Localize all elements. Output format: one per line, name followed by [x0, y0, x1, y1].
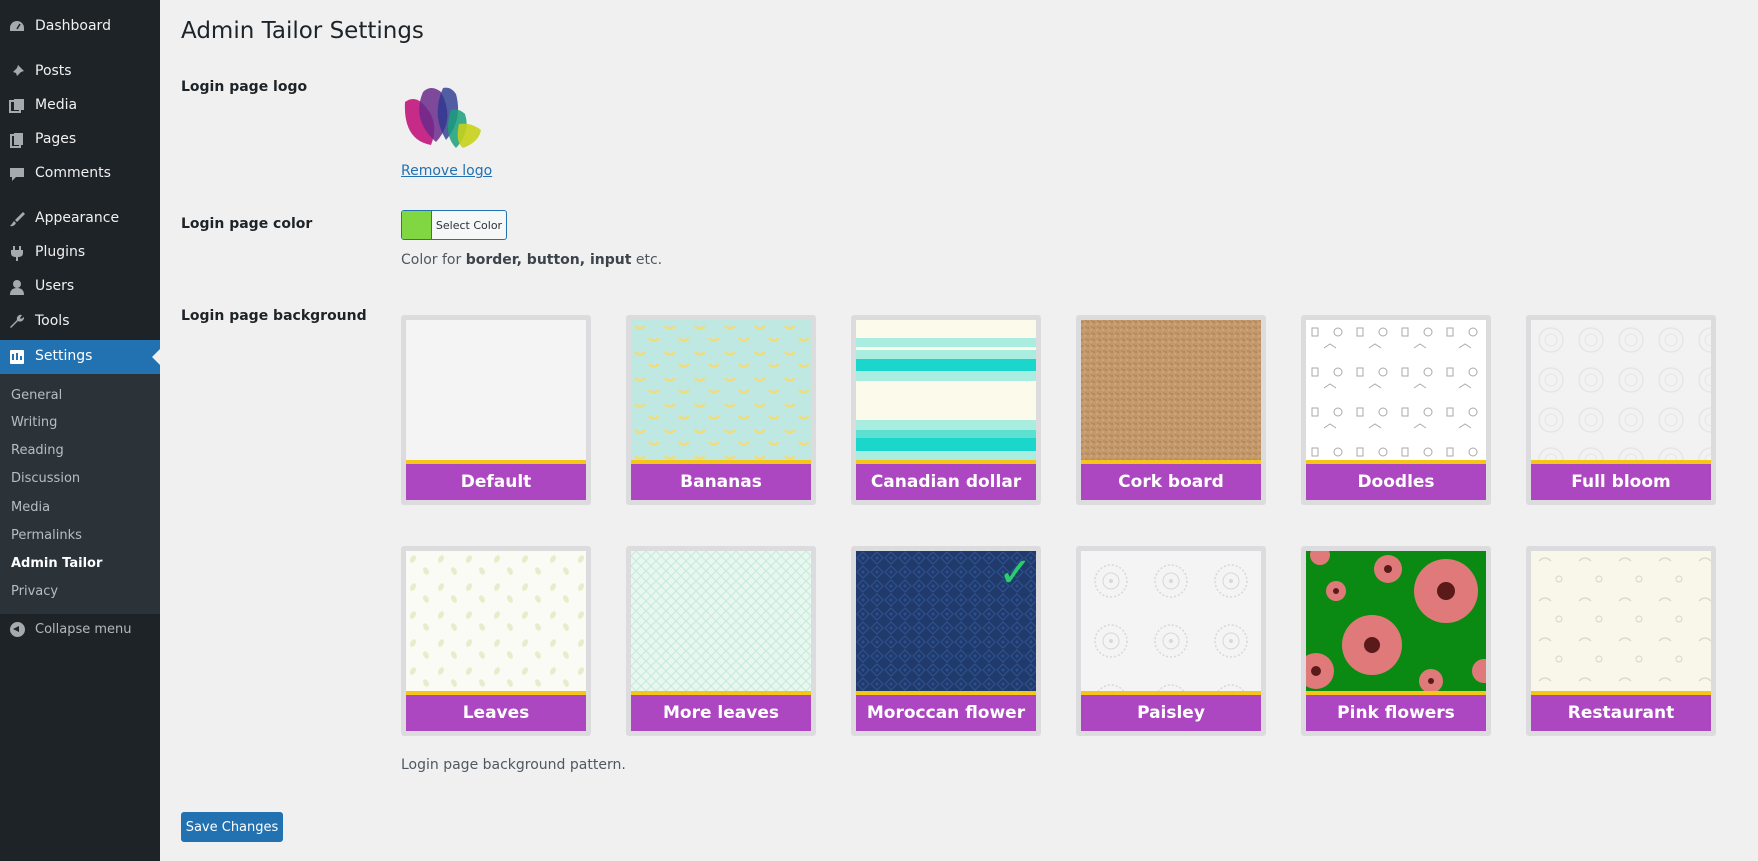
pattern-label: Moroccan flower [856, 695, 1036, 731]
pattern-label: Doodles [1306, 464, 1486, 500]
menu-item-posts[interactable]: Posts [0, 55, 160, 89]
pattern-label: Paisley [1081, 695, 1261, 731]
pattern-tile-bananas[interactable]: Bananas [626, 315, 816, 505]
menu-item-settings[interactable]: Settings [0, 340, 160, 374]
user-icon [8, 278, 26, 296]
pattern-tile-moroccan-flower[interactable]: Moroccan flower ✓ [851, 546, 1041, 736]
pattern-tile-restaurant[interactable]: Restaurant [1526, 546, 1716, 736]
media-icon [8, 97, 26, 115]
menu-item-media[interactable]: Media [0, 89, 160, 123]
menu-label: Tools [35, 313, 70, 329]
menu-item-plugins[interactable]: Plugins [0, 236, 160, 270]
color-desc-bold: border, button, input [465, 252, 632, 268]
menu-label: Media [35, 97, 78, 113]
collapse-menu-button[interactable]: Collapse menu [0, 618, 160, 642]
color-row-label: Login page color [181, 216, 313, 232]
pattern-tile-pink-flowers[interactable]: Pink flowers [1301, 546, 1491, 736]
selected-check-icon: ✓ [998, 551, 1032, 595]
submenu-item-reading[interactable]: Reading [11, 443, 64, 458]
background-row-label: Login page background [181, 308, 367, 324]
menu-item-dashboard[interactable]: Dashboard [0, 10, 160, 44]
menu-label: Posts [35, 63, 72, 79]
menu-item-pages[interactable]: Pages [0, 123, 160, 157]
submenu-item-writing[interactable]: Writing [11, 415, 57, 430]
pattern-preview [1531, 320, 1711, 460]
remove-logo-link[interactable]: Remove logo [401, 163, 492, 179]
menu-label: Pages [35, 131, 77, 147]
menu-item-users[interactable]: Users [0, 270, 160, 304]
login-logo-image [401, 80, 485, 150]
pattern-tile-leaves[interactable]: Leaves [401, 546, 591, 736]
submenu-item-general[interactable]: General [11, 388, 62, 403]
menu-label: Users [35, 278, 75, 294]
pattern-preview [1531, 551, 1711, 691]
pattern-tile-full-bloom[interactable]: Full bloom [1526, 315, 1716, 505]
submenu-item-media[interactable]: Media [11, 500, 50, 515]
pattern-preview [1081, 551, 1261, 691]
pattern-preview [856, 320, 1036, 460]
submenu-item-privacy[interactable]: Privacy [11, 584, 58, 599]
settings-icon [8, 348, 26, 366]
pattern-preview [1306, 320, 1486, 460]
pattern-tile-paisley[interactable]: Paisley [1076, 546, 1266, 736]
select-color-button[interactable]: Select Color [401, 210, 507, 240]
pattern-label: More leaves [631, 695, 811, 731]
pattern-preview [1081, 320, 1261, 460]
pattern-preview [631, 551, 811, 691]
logo-row-label: Login page logo [181, 79, 308, 95]
color-desc-prefix: Color for [401, 252, 466, 268]
color-swatch [402, 211, 432, 239]
menu-item-appearance[interactable]: Appearance [0, 202, 160, 236]
pattern-label: Full bloom [1531, 464, 1711, 500]
pin-icon [8, 63, 26, 81]
pattern-label: Pink flowers [1306, 695, 1486, 731]
save-changes-button[interactable]: Save Changes [181, 812, 283, 842]
paintbrush-icon [8, 210, 26, 228]
pattern-tile-default[interactable]: Default [401, 315, 591, 505]
pattern-preview [1306, 551, 1486, 691]
pattern-label: Leaves [406, 695, 586, 731]
admin-sidebar: Dashboard Posts Media Pages Comments App… [0, 0, 160, 861]
main-content: Admin Tailor Settings Login page logo Re… [160, 0, 1758, 861]
pages-icon [8, 131, 26, 149]
menu-label: Plugins [35, 244, 86, 260]
wrench-icon [8, 313, 26, 331]
page-title: Admin Tailor Settings [181, 18, 424, 44]
pattern-preview [406, 320, 586, 460]
pattern-label: Default [406, 464, 586, 500]
menu-label: Dashboard [35, 18, 111, 34]
comment-icon [8, 165, 26, 183]
pattern-preview [631, 320, 811, 460]
current-menu-arrow [152, 349, 160, 365]
pattern-preview [406, 551, 586, 691]
background-description: Login page background pattern. [401, 757, 626, 773]
collapse-menu-label: Collapse menu [35, 622, 132, 637]
pattern-label: Restaurant [1531, 695, 1711, 731]
pattern-label: Canadian dollar [856, 464, 1036, 500]
dashboard-icon [8, 18, 26, 36]
plugin-icon [8, 244, 26, 262]
color-desc-suffix: etc. [631, 252, 663, 268]
pattern-label: Bananas [631, 464, 811, 500]
submenu-item-admin-tailor[interactable]: Admin Tailor [11, 556, 102, 571]
menu-item-comments[interactable]: Comments [0, 157, 160, 191]
collapse-arrow-icon [10, 622, 25, 637]
select-color-label: Select Color [435, 218, 503, 232]
menu-item-tools[interactable]: Tools [0, 305, 160, 339]
pattern-tile-more-leaves[interactable]: More leaves [626, 546, 816, 736]
menu-label: Settings [35, 348, 93, 364]
pattern-tile-canadian-dollar[interactable]: Canadian dollar [851, 315, 1041, 505]
pattern-tile-cork-board[interactable]: Cork board [1076, 315, 1266, 505]
pattern-tile-doodles[interactable]: Doodles [1301, 315, 1491, 505]
submenu-item-discussion[interactable]: Discussion [11, 471, 80, 486]
submenu-item-permalinks[interactable]: Permalinks [11, 528, 82, 543]
color-description: Color for border, button, input etc. [401, 252, 662, 268]
pattern-label: Cork board [1081, 464, 1261, 500]
menu-label: Appearance [35, 210, 120, 226]
settings-submenu: General Writing Reading Discussion Media… [0, 374, 160, 614]
menu-label: Comments [35, 165, 111, 181]
